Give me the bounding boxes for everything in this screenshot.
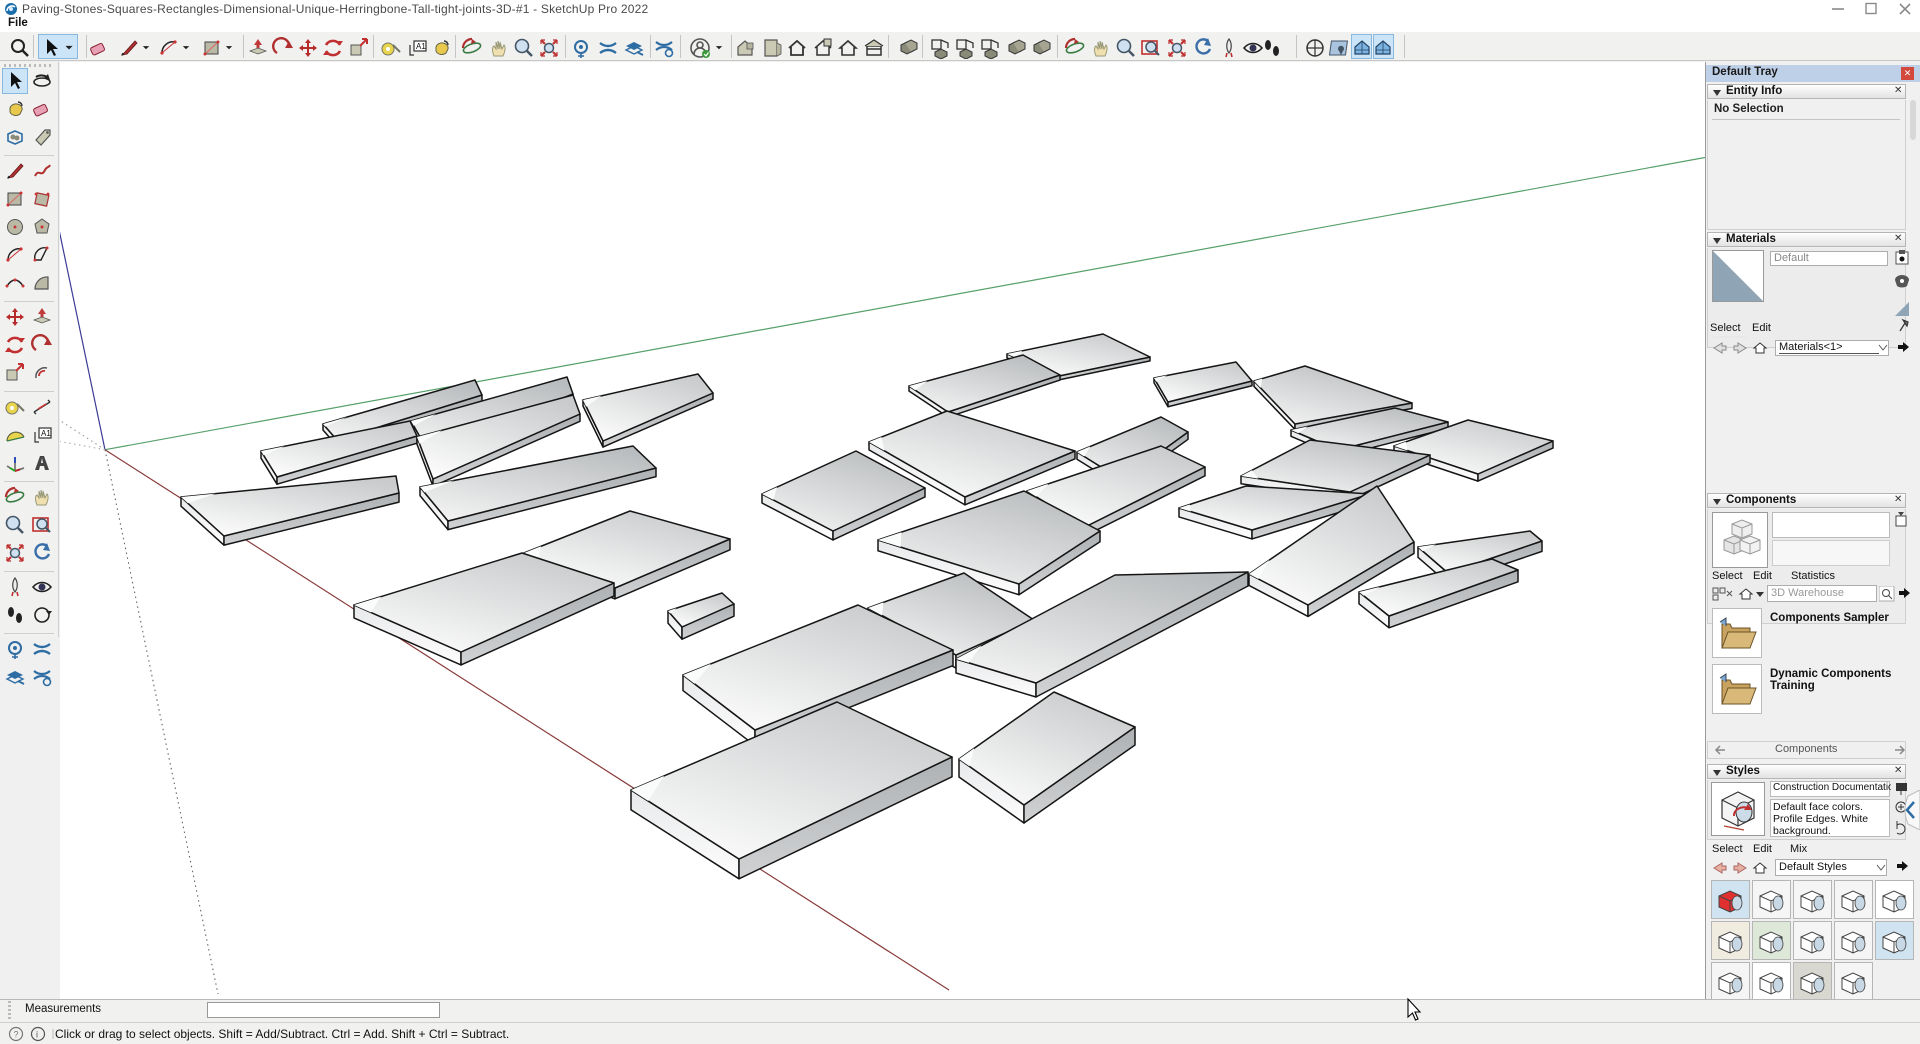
svg-text:?: ? — [14, 1030, 19, 1040]
svg-text:i: i — [36, 1030, 38, 1040]
svg-text:A1: A1 — [41, 429, 51, 438]
svg-text:A1: A1 — [416, 42, 426, 51]
